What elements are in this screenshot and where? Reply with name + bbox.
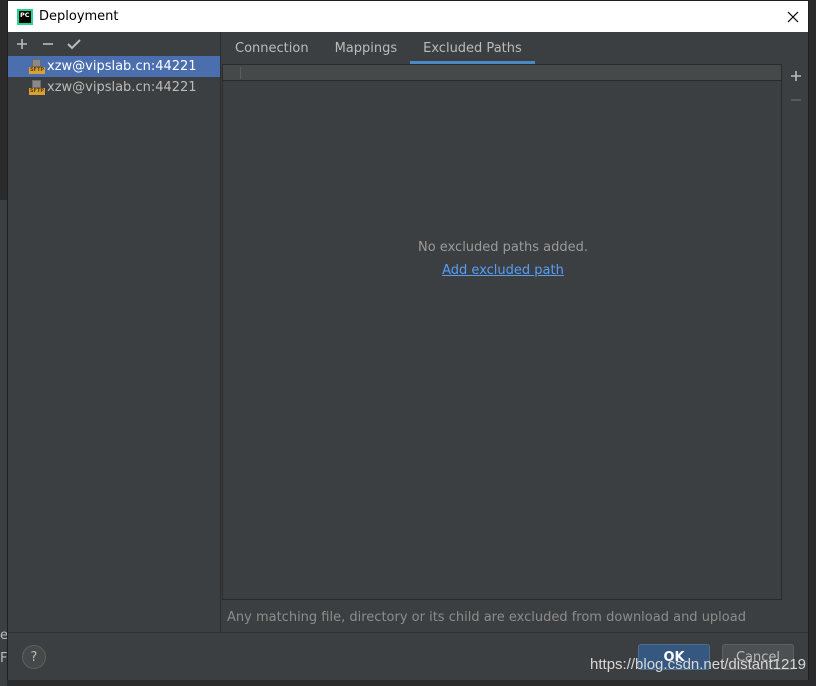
- table-side-toolbar: [784, 64, 808, 600]
- add-excluded-path-link[interactable]: Add excluded path: [442, 263, 564, 278]
- remove-path-button[interactable]: [784, 88, 808, 112]
- title-bar: PC Deployment: [8, 1, 808, 32]
- server-item[interactable]: SFTP xzw@vipslab.cn:44221: [8, 77, 220, 98]
- plus-icon: [17, 39, 27, 49]
- server-list-pane: SFTP xzw@vipslab.cn:44221 SFTP xzw@vipsl…: [8, 32, 221, 632]
- excluded-paths-table: No excluded paths added. Add excluded pa…: [222, 64, 782, 600]
- settings-pane: Connection Mappings Excluded Paths No ex…: [222, 32, 808, 632]
- add-server-button[interactable]: [14, 36, 30, 52]
- help-button[interactable]: ?: [22, 645, 46, 669]
- set-default-button[interactable]: [66, 36, 82, 52]
- tab-connection[interactable]: Connection: [222, 32, 322, 64]
- close-icon: [787, 11, 799, 22]
- watermark: https://blog.csdn.net/distant1219: [590, 656, 806, 673]
- server-name: xzw@vipslab.cn:44221: [47, 59, 197, 74]
- server-toolbar: [8, 32, 220, 56]
- minus-icon: [43, 43, 53, 45]
- empty-state-text: No excluded paths added.: [418, 240, 588, 255]
- tab-bar: Connection Mappings Excluded Paths: [222, 32, 808, 64]
- remove-server-button[interactable]: [40, 36, 56, 52]
- sftp-server-icon: SFTP: [29, 79, 45, 96]
- minus-icon: [791, 99, 801, 101]
- pycharm-app-icon: PC: [17, 8, 33, 25]
- deployment-dialog: PC Deployment SFTP xzw@vipslab.cn:44221 …: [7, 0, 809, 680]
- plus-icon: [791, 71, 801, 81]
- tab-excluded-paths[interactable]: Excluded Paths: [410, 32, 535, 64]
- tab-mappings[interactable]: Mappings: [322, 32, 411, 64]
- checkmark-icon: [67, 39, 81, 50]
- add-path-button[interactable]: [784, 64, 808, 88]
- ide-background-strip: [0, 200, 7, 686]
- excluded-paths-hint: Any matching file, directory or its chil…: [227, 610, 746, 625]
- window-title: Deployment: [39, 9, 119, 24]
- server-item[interactable]: SFTP xzw@vipslab.cn:44221: [8, 56, 220, 77]
- table-header: [223, 65, 781, 81]
- sftp-server-icon: SFTP: [29, 58, 45, 75]
- server-name: xzw@vipslab.cn:44221: [47, 80, 197, 95]
- server-list: SFTP xzw@vipslab.cn:44221 SFTP xzw@vipsl…: [8, 56, 220, 98]
- close-button[interactable]: [778, 1, 808, 32]
